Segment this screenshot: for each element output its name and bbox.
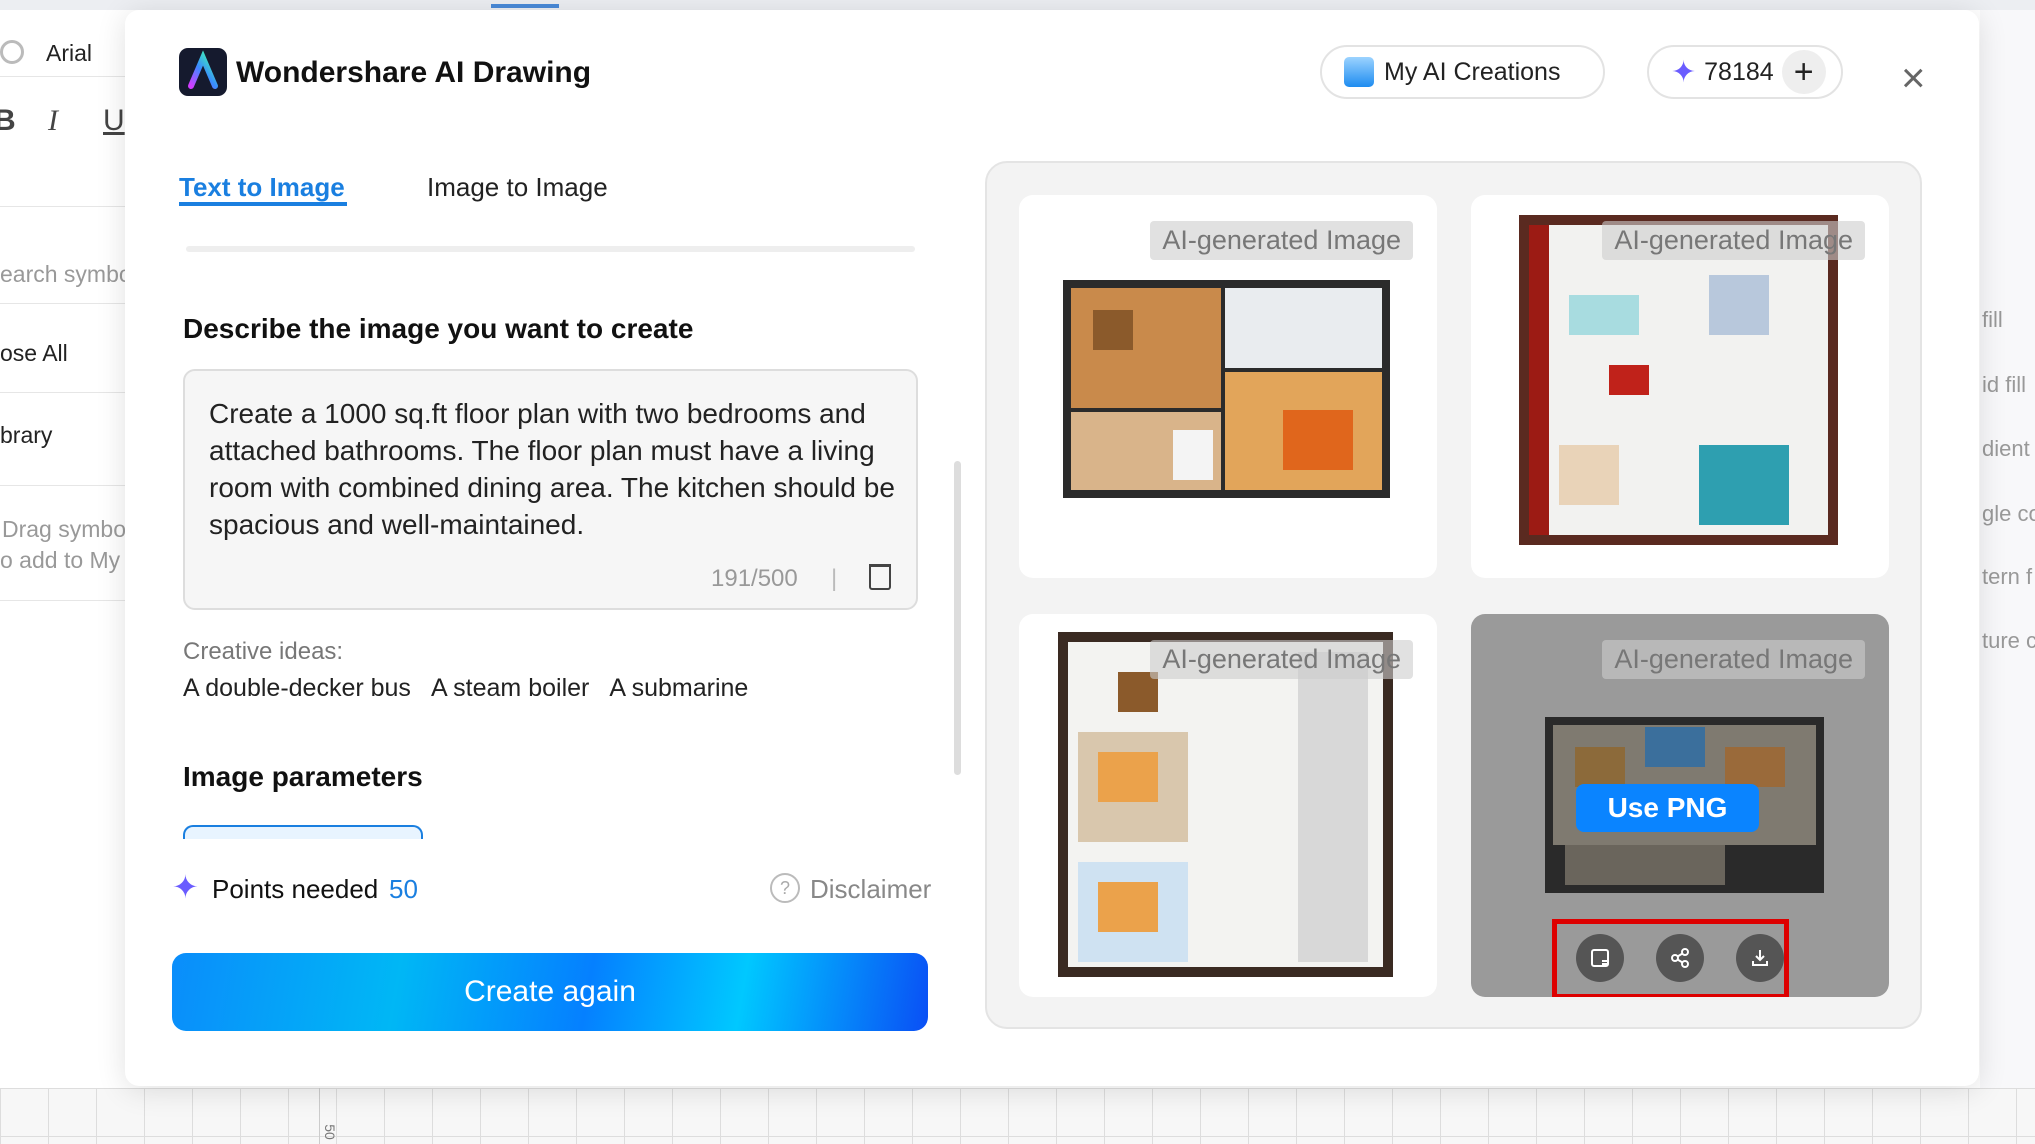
underline-button[interactable]: U <box>103 104 125 138</box>
points-needed-label: Points needed <box>212 874 379 904</box>
gallery-icon <box>1344 57 1374 87</box>
divider <box>0 485 125 486</box>
scroll-edge <box>186 246 915 252</box>
right-panel: fill id fill dient gle co tern f ture c <box>1980 10 2035 1088</box>
floor-plan-image <box>1058 632 1393 977</box>
ai-generated-label: AI-generated Image <box>1150 640 1413 679</box>
close-button[interactable]: × <box>1901 54 1926 102</box>
edit-image-icon[interactable] <box>1576 934 1624 982</box>
points-needed-value: 50 <box>389 874 418 904</box>
divider <box>0 600 125 601</box>
top-bar <box>0 0 2035 10</box>
active-tab-underline <box>179 202 347 206</box>
pattern-fill-option[interactable]: tern f <box>1982 564 2032 590</box>
app-title: Wondershare AI Drawing <box>236 56 592 89</box>
image-parameters-heading: Image parameters <box>183 761 423 792</box>
trash-icon[interactable] <box>869 564 891 590</box>
ai-generated-label: AI-generated Image <box>1150 221 1413 260</box>
italic-button[interactable]: I <box>48 104 58 138</box>
library-label[interactable]: brary <box>0 422 52 449</box>
download-icon[interactable] <box>1736 934 1784 982</box>
sparkle-icon: ✦ <box>1671 55 1697 89</box>
idea-chip[interactable]: A double-decker bus <box>183 674 411 703</box>
drawing-canvas[interactable] <box>0 1088 2035 1144</box>
help-icon[interactable]: ? <box>770 873 800 903</box>
divider <box>0 303 125 304</box>
result-card[interactable]: AI-generated Image <box>1019 614 1437 997</box>
create-again-button[interactable]: Create again <box>172 953 928 1031</box>
idea-chip[interactable]: A steam boiler <box>431 674 589 703</box>
add-points-button[interactable]: + <box>1781 50 1826 94</box>
floor-plan-image <box>1519 215 1838 545</box>
single-color-option[interactable]: gle co <box>1982 501 2035 527</box>
tab-image-to-image[interactable]: Image to Image <box>427 172 608 203</box>
ai-generated-label: AI-generated Image <box>1602 640 1865 679</box>
ai-drawing-dialog: Wondershare AI Drawing My AI Creations ✦… <box>125 10 1979 1086</box>
creative-ideas-list: A double-decker bus A steam boiler A sub… <box>183 674 768 703</box>
app-logo <box>179 48 227 96</box>
parameter-option[interactable] <box>183 825 423 839</box>
sparkle-icon: ✦ <box>172 869 199 905</box>
idea-chip[interactable]: A submarine <box>609 674 748 703</box>
ruler <box>319 1088 320 1144</box>
share-icon[interactable] <box>1656 934 1704 982</box>
divider <box>0 392 125 393</box>
gradient-option[interactable]: dient <box>1982 436 2030 462</box>
fill-option[interactable]: fill <box>1982 307 2003 333</box>
scrollbar[interactable] <box>954 461 961 775</box>
floor-plan-image <box>1063 280 1390 498</box>
result-card-hovered[interactable]: AI-generated Image Use PNG <box>1471 614 1889 997</box>
my-ai-creations-label: My AI Creations <box>1384 57 1561 86</box>
prompt-textarea[interactable]: Create a 1000 sq.ft floor plan with two … <box>183 369 918 610</box>
active-tab-indicator <box>491 4 559 8</box>
ai-generated-label: AI-generated Image <box>1602 221 1865 260</box>
char-count: 191/500 <box>711 565 798 592</box>
my-ai-creations-button[interactable]: My AI Creations <box>1320 45 1605 99</box>
points-balance: ✦ 78184 + <box>1647 45 1843 99</box>
drag-hint-line1: Drag symbo <box>2 516 126 542</box>
drag-hint-line2: o add to My <box>0 547 121 573</box>
use-png-button[interactable]: Use PNG <box>1576 784 1759 832</box>
picture-option[interactable]: ture c <box>1982 628 2035 654</box>
separator: | <box>831 565 838 592</box>
disclaimer-link[interactable]: Disclaimer <box>810 874 931 905</box>
font-name[interactable]: Arial <box>46 40 92 67</box>
prompt-text[interactable]: Create a 1000 sq.ft floor plan with two … <box>209 395 899 543</box>
close-all-button[interactable]: ose All <box>0 340 68 367</box>
result-card[interactable]: AI-generated Image <box>1019 195 1437 578</box>
points-count: 78184 <box>1704 57 1774 86</box>
tab-text-to-image[interactable]: Text to Image <box>179 172 345 203</box>
prompt-heading: Describe the image you want to create <box>183 313 694 344</box>
ruler-label: 50 <box>321 1124 338 1140</box>
solid-fill-option[interactable]: id fill <box>1982 372 2026 398</box>
bold-button[interactable]: B <box>0 104 16 138</box>
search-icon <box>0 40 24 64</box>
divider <box>0 206 125 207</box>
action-highlight-box <box>1552 919 1789 997</box>
result-card[interactable]: AI-generated Image <box>1471 195 1889 578</box>
search-symbols-input[interactable]: earch symbo <box>0 261 132 288</box>
creative-ideas-label: Creative ideas: <box>183 638 344 665</box>
divider <box>0 76 125 77</box>
image-gallery: AI-generated Image AI-generated Image AI… <box>985 161 1922 1029</box>
